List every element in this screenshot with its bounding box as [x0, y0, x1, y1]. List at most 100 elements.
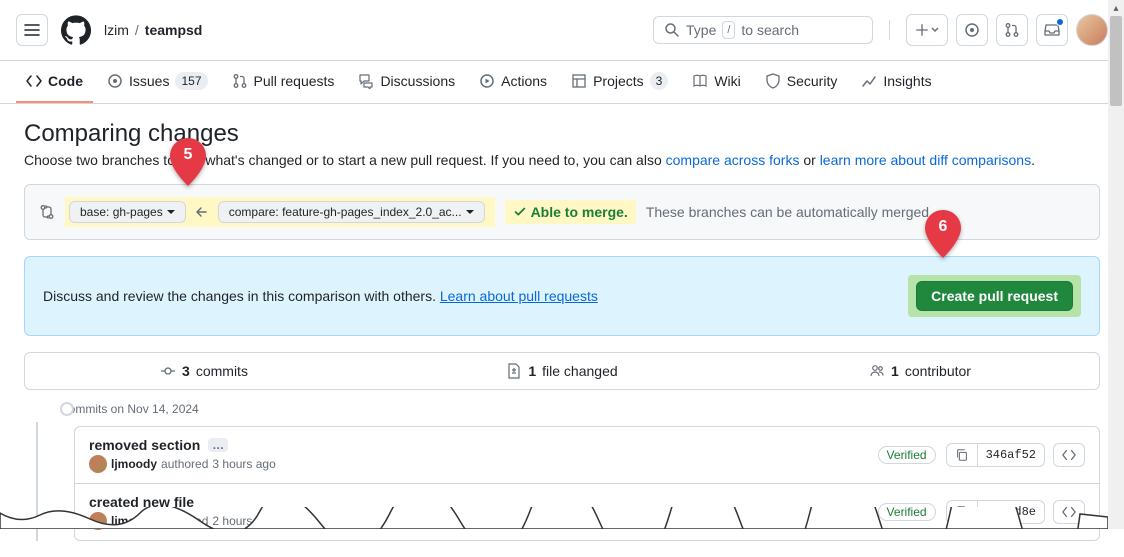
issue-opened-icon — [107, 73, 123, 89]
commit-ellipsis-button[interactable]: … — [208, 438, 228, 452]
tab-projects[interactable]: Projects 3 — [561, 61, 678, 103]
tab-issues[interactable]: Issues 157 — [97, 61, 218, 103]
commit-row: removed section … ljmoody authored 3 hou… — [75, 427, 1099, 484]
commit-list: removed section … ljmoody authored 3 hou… — [74, 426, 1100, 541]
compare-branch-label: compare: feature-gh-pages_index_2.0_ac..… — [229, 205, 462, 219]
tab-wiki[interactable]: Wiki — [682, 61, 750, 103]
tab-pull-requests-label: Pull requests — [254, 71, 335, 91]
tab-pull-requests[interactable]: Pull requests — [222, 61, 345, 103]
record-icon — [964, 22, 980, 38]
commit-title-link[interactable]: removed section — [89, 437, 200, 453]
stat-files-changed[interactable]: 1 file changed — [383, 353, 741, 389]
link-compare-forks[interactable]: compare across forks — [666, 152, 800, 168]
tab-security-label: Security — [787, 71, 838, 91]
tab-issues-label: Issues — [129, 71, 169, 91]
browse-repo-button[interactable] — [1053, 443, 1085, 467]
user-avatar[interactable] — [1076, 14, 1108, 46]
vertical-scrollbar[interactable]: ▴ — [1108, 0, 1124, 529]
verified-badge[interactable]: Verified — [878, 503, 936, 521]
able-to-merge: Able to merge. — [513, 204, 628, 220]
browse-repo-button[interactable] — [1053, 500, 1085, 524]
code-icon — [1062, 448, 1076, 462]
commit-sha-link[interactable]: 346af52 — [977, 444, 1044, 466]
github-logo[interactable] — [60, 14, 92, 46]
tab-projects-count: 3 — [650, 72, 669, 90]
copy-icon — [955, 448, 969, 462]
copy-icon — [955, 505, 969, 519]
tab-issues-count: 157 — [175, 72, 207, 90]
link-learn-pull-requests[interactable]: Learn about pull requests — [440, 288, 598, 304]
annotation-pin-5: 5 — [170, 138, 206, 186]
search-icon — [664, 22, 680, 38]
search-placeholder-suffix: to search — [741, 22, 799, 38]
people-icon — [869, 363, 885, 379]
compare-branch-selector[interactable]: compare: feature-gh-pages_index_2.0_ac..… — [218, 201, 485, 223]
breadcrumb-separator: / — [135, 22, 139, 38]
book-icon — [692, 73, 708, 89]
tab-actions[interactable]: Actions — [469, 61, 557, 103]
tab-discussions[interactable]: Discussions — [348, 61, 465, 103]
issues-button[interactable] — [956, 14, 988, 46]
plus-icon — [915, 23, 939, 37]
breadcrumb-repo[interactable]: teampsd — [145, 22, 203, 38]
stat-contributors[interactable]: 1 contributor — [741, 353, 1099, 389]
tab-security[interactable]: Security — [755, 61, 848, 103]
timeline-dot-icon — [60, 402, 74, 416]
git-compare-icon — [39, 204, 55, 220]
search-shortcut: / — [722, 21, 735, 39]
notification-dot — [1056, 18, 1064, 26]
create-pr-highlight: Create pull request — [908, 275, 1081, 317]
commit-author[interactable]: ljmoody — [111, 514, 157, 528]
git-pull-request-icon — [1004, 22, 1020, 38]
arrow-left-icon — [194, 204, 210, 220]
breadcrumb: lzim / teampsd — [104, 22, 202, 38]
commit-author-avatar[interactable] — [89, 455, 107, 473]
create-pull-request-button[interactable]: Create pull request — [916, 281, 1073, 311]
tab-wiki-label: Wiki — [714, 71, 740, 91]
scroll-up-arrow-icon[interactable]: ▴ — [1108, 0, 1124, 16]
commit-title-link[interactable]: created new file — [89, 494, 194, 510]
git-pull-request-icon — [232, 73, 248, 89]
annotation-pin-6: 6 — [925, 210, 961, 258]
base-branch-selector[interactable]: base: gh-pages — [69, 201, 186, 223]
tab-insights[interactable]: Insights — [851, 61, 941, 103]
link-diff-comparisons[interactable]: learn more about diff comparisons — [820, 152, 1031, 168]
tab-actions-label: Actions — [501, 71, 547, 91]
create-pr-banner: Discuss and review the changes in this c… — [24, 256, 1100, 336]
search-placeholder-type: Type — [686, 22, 716, 38]
copy-sha-button[interactable] — [947, 444, 977, 466]
pull-requests-button[interactable] — [996, 14, 1028, 46]
stat-commits[interactable]: 3 commits — [25, 353, 383, 389]
compare-stats: 3 commits 1 file changed 1 contributor — [24, 352, 1100, 390]
code-icon — [26, 73, 42, 89]
global-search[interactable]: Type / to search — [653, 16, 873, 44]
merge-auto-note: These branches can be automatically merg… — [646, 204, 933, 220]
global-nav-menu-button[interactable] — [16, 14, 48, 46]
github-mark-icon — [61, 15, 91, 45]
tab-code-label: Code — [48, 71, 83, 91]
shield-icon — [765, 73, 781, 89]
timeline-date-heading: Commits on Nov 14, 2024 — [54, 402, 1100, 416]
verified-badge[interactable]: Verified — [878, 446, 936, 464]
tab-discussions-label: Discussions — [380, 71, 455, 91]
repo-nav: Code Issues 157 Pull requests Discussion… — [0, 61, 1124, 104]
commit-author[interactable]: ljmoody — [111, 457, 157, 471]
inbox-button[interactable] — [1036, 14, 1068, 46]
copy-sha-button[interactable] — [947, 501, 977, 523]
play-icon — [479, 73, 495, 89]
caret-down-icon — [466, 210, 474, 214]
divider — [889, 20, 890, 40]
comment-discussion-icon — [358, 73, 374, 89]
create-new-button[interactable] — [906, 14, 948, 46]
code-icon — [1062, 505, 1076, 519]
caret-down-icon — [167, 210, 175, 214]
commit-author-avatar[interactable] — [89, 512, 107, 530]
scroll-thumb[interactable] — [1110, 16, 1122, 106]
tab-projects-label: Projects — [593, 71, 644, 91]
graph-icon — [861, 73, 877, 89]
table-icon — [571, 73, 587, 89]
breadcrumb-owner[interactable]: lzim — [104, 22, 129, 38]
tab-insights-label: Insights — [883, 71, 931, 91]
tab-code[interactable]: Code — [16, 61, 93, 103]
commit-sha-link[interactable]: 45e1d8e — [977, 501, 1044, 523]
